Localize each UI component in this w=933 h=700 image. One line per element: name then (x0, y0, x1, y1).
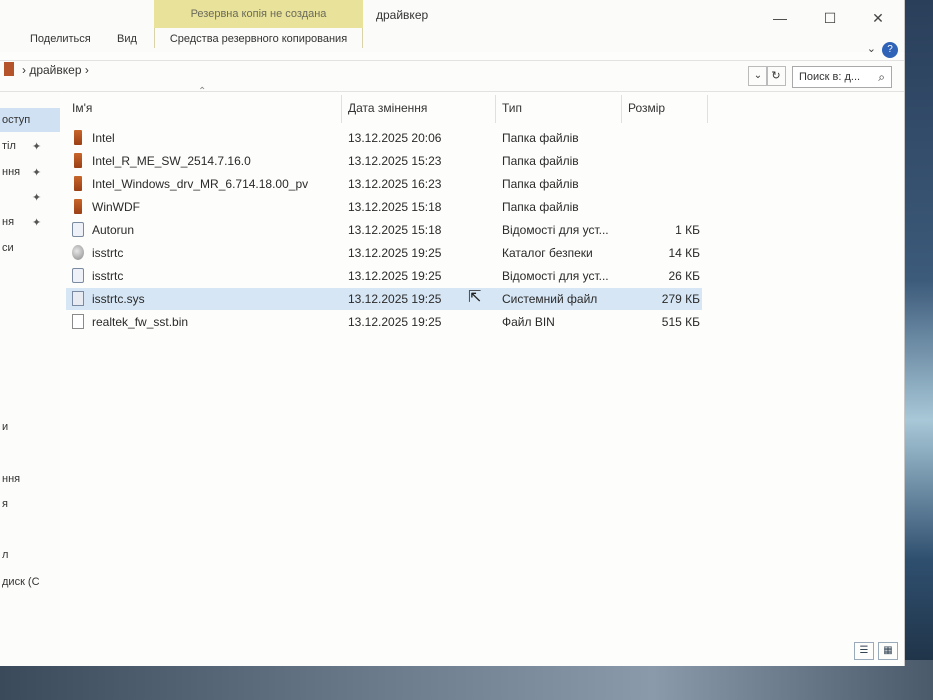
nav-item-music[interactable]: л (0, 549, 60, 561)
ribbon-collapse-button[interactable]: ⌄ (867, 42, 876, 55)
file-date: 13.12.2025 15:23 (348, 154, 442, 168)
file-row[interactable]: Autorun 13.12.2025 15:18 Відомості для у… (66, 219, 702, 241)
file-size: 515 КБ (661, 315, 700, 329)
folder-icon (74, 130, 82, 145)
pin-icon: ✦ (32, 141, 42, 153)
file-name: Intel_R_ME_SW_2514.7.16.0 (92, 154, 251, 168)
file-name: Intel (92, 131, 115, 145)
file-row[interactable]: Intel_Windows_drv_MR_6.714.18.00_pv 13.1… (66, 173, 702, 195)
file-type: Папка файлів (502, 131, 579, 145)
column-header-date[interactable]: Дата змінення (342, 95, 496, 123)
pin-icon: ✦ (32, 167, 42, 179)
details-view-button[interactable]: ☰ (854, 642, 874, 660)
maximize-button[interactable]: ☐ (816, 10, 844, 27)
desktop-taskbar-area (0, 660, 933, 700)
file-name: WinWDF (92, 200, 140, 214)
file-row[interactable]: isstrtc 13.12.2025 19:25 Каталог безпеки… (66, 242, 702, 264)
file-date: 13.12.2025 19:25 (348, 292, 442, 306)
column-header-type[interactable]: Тип (496, 95, 622, 123)
file-date: 13.12.2025 16:23 (348, 177, 442, 191)
file-size: 26 КБ (668, 269, 700, 283)
setup-info-icon (72, 222, 84, 237)
file-date: 13.12.2025 19:25 (348, 246, 442, 260)
search-icon: ⌕ (878, 70, 885, 84)
column-header-name[interactable]: Ім'я (66, 95, 342, 123)
help-button[interactable]: ? (882, 42, 898, 58)
file-name: isstrtc.sys (92, 292, 145, 306)
nav-item-local-disk[interactable]: диск (С (0, 576, 60, 588)
nav-item-pictures[interactable]: ня (0, 216, 60, 228)
window-title: драйвкер (376, 8, 429, 22)
setup-info-icon (72, 268, 84, 283)
file-date: 13.12.2025 20:06 (348, 131, 442, 145)
folder-icon (74, 176, 82, 191)
nav-item-3d-objects[interactable]: я (0, 498, 60, 510)
breadcrumb[interactable]: › драйвкер › (22, 63, 89, 77)
nav-item-recent[interactable]: си (0, 242, 60, 254)
file-row[interactable]: isstrtc 13.12.2025 19:25 Відомості для у… (66, 265, 702, 287)
file-type: Файл BIN (502, 315, 555, 329)
file-date: 13.12.2025 15:18 (348, 223, 442, 237)
mouse-cursor-icon: ⇱ (468, 289, 482, 306)
nav-item-onedrive[interactable]: и (0, 421, 60, 433)
file-type: Відомості для уст... (502, 269, 609, 283)
tab-share[interactable]: Поделиться (30, 33, 91, 45)
file-row[interactable]: Intel_R_ME_SW_2514.7.16.0 13.12.2025 15:… (66, 150, 702, 172)
file-date: 13.12.2025 19:25 (348, 315, 442, 329)
address-history-dropdown[interactable]: ⌄ (748, 66, 768, 86)
file-type: Папка файлів (502, 200, 579, 214)
nav-item-desktop[interactable]: тіл (0, 140, 60, 152)
file-size: 1 КБ (675, 223, 700, 237)
file-type: Відомості для уст... (502, 223, 609, 237)
column-header-size[interactable]: Розмір (622, 95, 708, 123)
tiles-view-button[interactable]: ▦ (878, 642, 898, 660)
file-explorer-window: Резервна копія не создана драйвкер — ☐ ✕… (0, 0, 905, 666)
file-row[interactable]: WinWDF 13.12.2025 15:18 Папка файлів (66, 196, 702, 218)
file-type: Папка файлів (502, 154, 579, 168)
search-input[interactable]: Поиск в: д... ⌕ (792, 66, 892, 88)
system-file-icon (72, 291, 84, 306)
nav-item-downloads[interactable]: ння (0, 166, 60, 178)
file-date: 13.12.2025 15:18 (348, 200, 442, 214)
folder-icon (4, 62, 14, 76)
pin-icon: ✦ (32, 192, 42, 204)
minimize-button[interactable]: — (766, 10, 794, 26)
file-icon (72, 314, 84, 329)
search-placeholder: Поиск в: д... (799, 71, 861, 83)
file-row[interactable]: Intel 13.12.2025 20:06 Папка файлів (66, 127, 702, 149)
pin-icon: ✦ (32, 217, 42, 229)
context-tab-label[interactable]: Резервна копія не создана (154, 8, 363, 20)
tab-backup-tools[interactable]: Средства резервного копирования (154, 28, 363, 48)
nav-item-quick-access[interactable]: оступ (0, 108, 60, 132)
file-row[interactable]: realtek_fw_sst.bin 13.12.2025 19:25 Файл… (66, 311, 702, 333)
file-date: 13.12.2025 19:25 (348, 269, 442, 283)
security-catalog-icon (72, 245, 84, 260)
tab-view[interactable]: Вид (117, 33, 137, 45)
file-name: isstrtc (92, 269, 124, 283)
file-type: Каталог безпеки (502, 246, 593, 260)
file-type: Папка файлів (502, 177, 579, 191)
file-name: isstrtc (92, 246, 124, 260)
close-button[interactable]: ✕ (864, 10, 892, 27)
file-name: realtek_fw_sst.bin (92, 315, 189, 329)
nav-item-this-pc[interactable]: ння (0, 473, 60, 485)
file-row-selected[interactable]: isstrtc.sys 13.12.2025 19:25 Системний ф… (66, 288, 702, 310)
file-name: Autorun (92, 223, 135, 237)
folder-icon (74, 153, 82, 168)
file-type: Системний файл (502, 292, 598, 306)
file-name: Intel_Windows_drv_MR_6.714.18.00_pv (92, 177, 309, 191)
file-size: 279 КБ (661, 292, 700, 306)
folder-icon (74, 199, 82, 214)
refresh-button[interactable]: ↻ (766, 66, 786, 86)
file-size: 14 КБ (668, 246, 700, 260)
status-bar (0, 636, 904, 666)
